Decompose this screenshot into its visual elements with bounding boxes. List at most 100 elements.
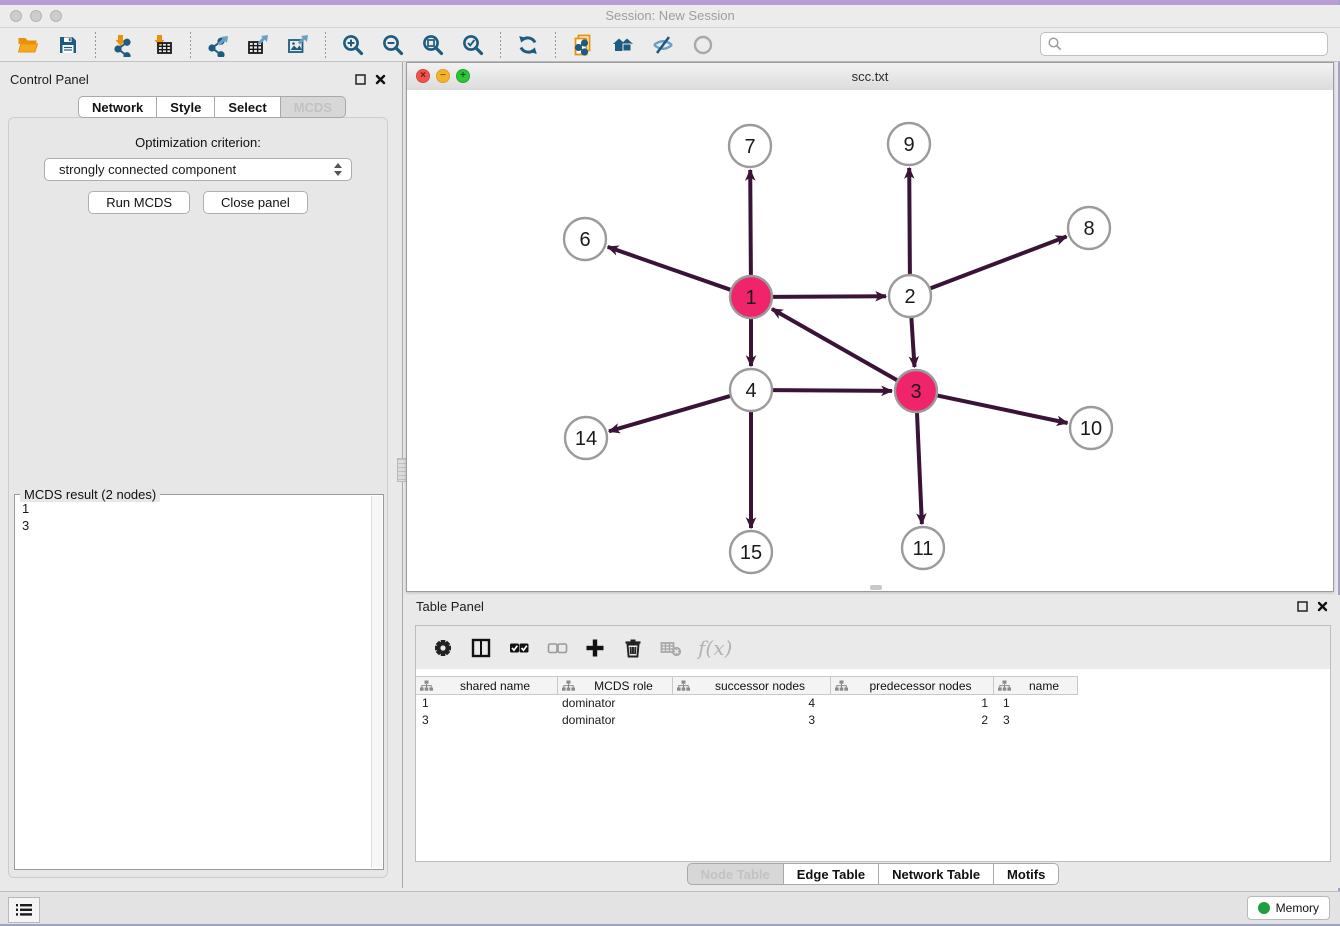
network-window-titlebar[interactable]: × − + scc.txt [407,63,1333,91]
table-cell[interactable]: 3 [673,712,831,729]
toolbar-separator [555,32,556,58]
zoom-in-icon[interactable] [336,30,370,60]
show-all-icon[interactable] [686,30,720,60]
optimization-criterion-label: Optimization criterion: [0,135,396,150]
edge-2-8[interactable] [931,237,1067,289]
memory-button[interactable]: Memory [1247,896,1330,920]
result-scrollbar[interactable] [371,496,382,868]
edge-4-14[interactable] [609,396,730,431]
apply-layout-icon[interactable] [511,30,545,60]
node-6[interactable]: 6 [564,218,606,260]
column-header-MCDS-role[interactable]: MCDS role [558,676,673,695]
float-panel-icon[interactable] [355,74,366,85]
tab-network-table[interactable]: Network Table [879,863,994,885]
node-8[interactable]: 8 [1068,207,1110,249]
zoom-fit-icon[interactable] [416,30,450,60]
tab-select[interactable]: Select [215,96,280,118]
node-4[interactable]: 4 [730,369,772,411]
table-cell[interactable]: 1 [416,695,558,712]
import-table-icon[interactable] [146,30,180,60]
edge-3-10[interactable] [938,396,1068,423]
add-column-icon[interactable] [578,633,612,663]
node-1[interactable]: 1 [730,276,772,318]
node-15[interactable]: 15 [730,531,772,573]
settings-gear-icon[interactable] [426,633,460,663]
table-row[interactable]: 3dominator323 [416,712,1330,729]
column-view-icon[interactable] [464,633,498,663]
table-cell[interactable]: 2 [831,712,994,729]
tab-edge-table[interactable]: Edge Table [784,863,879,885]
table-row[interactable]: 1dominator411 [416,695,1330,712]
close-panel-button[interactable]: Close panel [203,191,308,214]
svg-text:6: 6 [579,229,590,251]
edge-1-6[interactable] [608,247,731,290]
node-3[interactable]: 3 [895,370,937,412]
table-cell[interactable]: 3 [416,712,558,729]
delete-column-icon[interactable] [616,633,650,663]
panel-splitter[interactable] [396,62,406,888]
control-panel-tabs: NetworkStyleSelectMCDS [78,96,346,118]
deselect-all-checkboxes-icon[interactable] [540,633,574,663]
edge-3-11[interactable] [917,413,922,524]
network-canvas[interactable]: 7 9 6 8 1 2 4 3 14 10 15 11 [407,90,1333,591]
zoom-selected-icon[interactable] [456,30,490,60]
task-history-button[interactable] [8,897,40,923]
tab-network[interactable]: Network [78,96,157,118]
zoom-out-icon[interactable] [376,30,410,60]
search-icon [1047,36,1063,52]
column-header-shared-name[interactable]: shared name [416,676,558,695]
table-cell[interactable]: 4 [673,695,831,712]
table-cell[interactable]: 1 [831,695,994,712]
table-cell[interactable]: 1 [994,695,1078,712]
table-cell[interactable]: 3 [994,712,1078,729]
svg-text:11: 11 [913,538,934,560]
column-header-name[interactable]: name [994,676,1078,695]
import-network-icon[interactable] [106,30,140,60]
network-hscrollbar[interactable] [870,585,882,590]
select-all-checkboxes-icon[interactable] [502,633,536,663]
node-10[interactable]: 10 [1070,407,1112,449]
open-session-icon[interactable] [11,30,45,60]
edge-4-3[interactable] [773,390,892,391]
edge-1-7[interactable] [750,170,751,275]
window-titlebar: Session: New Session [0,5,1340,28]
column-header-predecessor-nodes[interactable]: predecessor nodes [831,676,994,695]
edge-2-9[interactable] [909,168,910,274]
table-toolbar: f(x) [416,626,1330,669]
close-panel-icon[interactable] [1317,601,1328,612]
tab-motifs[interactable]: Motifs [994,863,1059,885]
control-panel-title: Control Panel [10,72,89,87]
node-2[interactable]: 2 [889,275,931,317]
save-session-icon[interactable] [51,30,85,60]
tab-style[interactable]: Style [157,96,215,118]
run-mcds-button[interactable]: Run MCDS [88,191,190,214]
mcds-result-box: MCDS result (2 nodes) 1 3 [14,494,384,870]
function-builder-icon[interactable]: f(x) [698,636,732,660]
svg-text:8: 8 [1083,218,1094,240]
optimization-criterion-dropdown[interactable]: strongly connected component [44,158,352,181]
node-9[interactable]: 9 [888,123,930,165]
hide-selected-icon[interactable] [646,30,680,60]
delete-table-icon[interactable] [654,633,688,663]
table-cell[interactable]: dominator [558,695,673,712]
tab-mcds[interactable]: MCDS [281,96,346,118]
edge-1-2[interactable] [773,296,886,297]
export-image-icon[interactable] [281,30,315,60]
node-7[interactable]: 7 [729,125,771,167]
close-panel-icon[interactable] [375,74,386,85]
search-box[interactable] [1040,32,1328,56]
first-neighbors-icon[interactable] [606,30,640,60]
export-table-icon[interactable] [241,30,275,60]
float-panel-icon[interactable] [1297,601,1308,612]
column-header-successor-nodes[interactable]: successor nodes [673,676,831,695]
network-window-title: scc.txt [407,69,1333,84]
node-11[interactable]: 11 [902,527,944,569]
new-network-from-selection-icon[interactable] [566,30,600,60]
export-network-icon[interactable] [201,30,235,60]
node-14[interactable]: 14 [565,417,607,459]
edge-3-1[interactable] [772,309,897,380]
edge-2-3[interactable] [911,318,914,367]
tab-node-table[interactable]: Node Table [687,863,784,885]
search-input[interactable] [1063,36,1327,52]
table-cell[interactable]: dominator [558,712,673,729]
